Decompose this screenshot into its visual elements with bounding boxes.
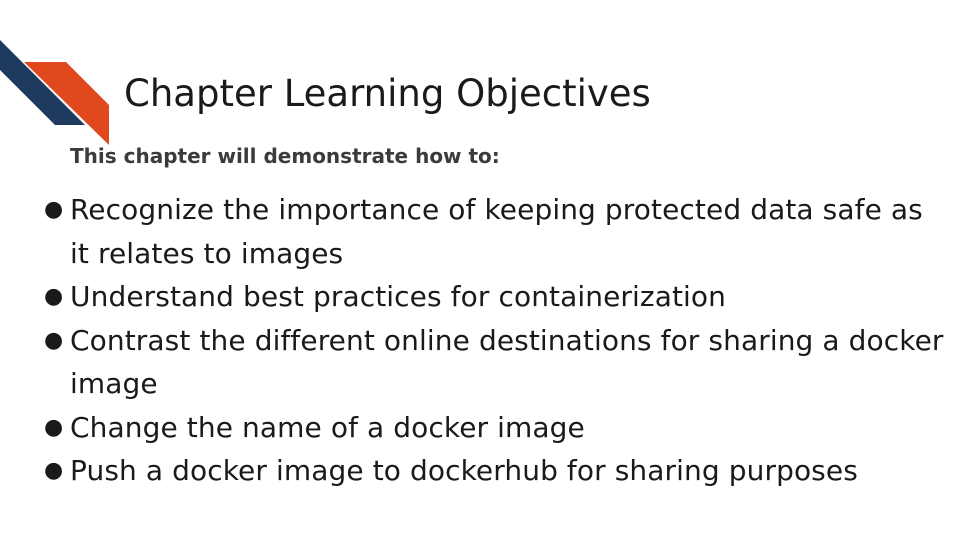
bullet-icon: ● [44,327,64,353]
bullet-icon: ● [44,414,64,440]
slide: Chapter Learning Objectives This chapter… [0,0,960,540]
slide-title: Chapter Learning Objectives [124,72,651,115]
bullet-icon: ● [44,284,64,309]
bullet-icon: ● [44,458,64,483]
objective-item: ● Recognize the importance of keeping pr… [44,188,944,275]
objective-text: Recognize the importance of keeping prot… [70,193,923,270]
objective-text: Push a docker image to dockerhub for sha… [70,454,858,487]
objective-item: ● Contrast the different online destinat… [44,319,944,406]
corner-accent-shape [0,40,109,145]
objective-item: ● Change the name of a docker image [44,406,944,450]
objective-item: ● Push a docker image to dockerhub for s… [44,449,944,493]
objective-text: Contrast the different online destinatio… [70,323,944,401]
objective-text: Change the name of a docker image [70,410,585,444]
slide-subtitle: This chapter will demonstrate how to: [70,144,500,168]
bullet-icon: ● [44,197,64,222]
objectives-list: ● Recognize the importance of keeping pr… [44,188,944,493]
objective-item: ● Understand best practices for containe… [44,275,944,319]
objective-text: Understand best practices for containeri… [70,280,727,313]
